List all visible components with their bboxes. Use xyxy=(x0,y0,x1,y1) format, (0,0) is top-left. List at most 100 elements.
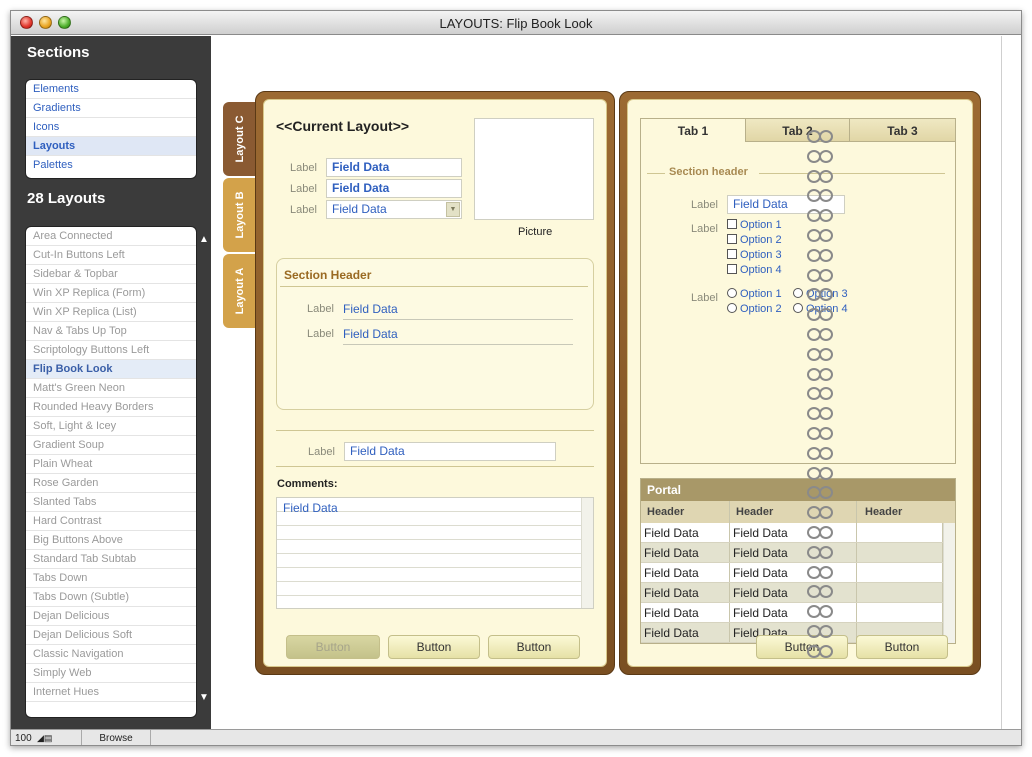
section-item-icons[interactable]: Icons xyxy=(26,118,196,137)
portal-row[interactable]: Field Data Field Data xyxy=(641,563,955,583)
checkbox-icon xyxy=(727,264,737,274)
layout-list-item[interactable]: Tabs Down xyxy=(26,569,196,588)
scroll-up-arrow-icon[interactable]: ▲ xyxy=(199,234,209,245)
portal-header[interactable]: Header xyxy=(730,501,857,523)
spiral-ring-icon xyxy=(807,169,833,183)
field-data-2[interactable]: Field Data xyxy=(326,179,462,198)
disabled-button[interactable]: Button xyxy=(286,635,380,659)
portal-cell[interactable] xyxy=(857,543,943,562)
tab-layout-c[interactable]: Layout C xyxy=(223,102,257,176)
spiral-ring-icon xyxy=(807,584,833,599)
portal-cell[interactable]: Field Data xyxy=(641,523,730,542)
layout-list-item[interactable]: Flip Book Look xyxy=(26,360,196,379)
spiral-ring-icon xyxy=(807,426,833,440)
layout-list-item[interactable]: Slanted Tabs xyxy=(26,493,196,512)
picture-frame[interactable] xyxy=(474,118,594,220)
tab-layout-b[interactable]: Layout B xyxy=(223,178,257,252)
right-button-1[interactable]: Button xyxy=(756,635,848,659)
portal-cell[interactable]: Field Data xyxy=(641,563,730,582)
comments-label: Comments: xyxy=(277,478,338,490)
section-item-gradients[interactable]: Gradients xyxy=(26,99,196,118)
layout-list-item[interactable]: Plain Wheat xyxy=(26,455,196,474)
layout-list-item[interactable]: Rounded Heavy Borders xyxy=(26,398,196,417)
layout-list-item[interactable]: Tabs Down (Subtle) xyxy=(26,588,196,607)
zoom-icon[interactable]: ◢▤ xyxy=(37,733,52,744)
field-data-1[interactable]: Field Data xyxy=(326,158,462,177)
portal-cell[interactable] xyxy=(857,523,943,542)
layout-list-item[interactable]: Dejan Delicious xyxy=(26,607,196,626)
section-item-palettes[interactable]: Palettes xyxy=(26,156,196,175)
section-field-2[interactable]: Field Data xyxy=(343,327,573,345)
portal-cell[interactable] xyxy=(857,563,943,582)
layout-list-item[interactable]: Standard Tab Subtab xyxy=(26,550,196,569)
section-item-elements[interactable]: Elements xyxy=(26,80,196,99)
field-label: Label xyxy=(290,162,317,174)
spiral-ring-icon xyxy=(807,327,833,341)
portal-cell[interactable]: Field Data xyxy=(641,543,730,562)
button-2[interactable]: Button xyxy=(388,635,480,659)
zoom-level[interactable]: 100 xyxy=(15,733,32,744)
layout-list-item[interactable]: Scriptology Buttons Left xyxy=(26,341,196,360)
mode-indicator[interactable]: Browse xyxy=(81,730,151,745)
portal-cell[interactable]: Field Data xyxy=(641,623,730,642)
layout-list-item[interactable]: Sidebar & Topbar xyxy=(26,265,196,284)
bottom-field[interactable]: Field Data xyxy=(344,442,556,461)
portal-cell[interactable]: Field Data xyxy=(730,583,857,602)
checkbox-option-4[interactable]: Option 4 xyxy=(727,264,782,276)
portal-header[interactable]: Header xyxy=(857,501,956,523)
layout-list-item[interactable]: Internet Hues xyxy=(26,683,196,702)
portal-title: Portal xyxy=(641,479,955,501)
radio-option-1[interactable]: Option 1 xyxy=(727,288,782,300)
portal-header[interactable]: Header xyxy=(641,501,730,523)
section-field-1[interactable]: Field Data xyxy=(343,302,573,320)
chevron-down-icon[interactable]: ▼ xyxy=(446,202,460,217)
radio-option-2[interactable]: Option 2 xyxy=(727,303,782,315)
scroll-down-arrow-icon[interactable]: ▼ xyxy=(199,692,209,703)
portal-cell[interactable]: Field Data xyxy=(641,583,730,602)
section-item-layouts[interactable]: Layouts xyxy=(26,137,196,156)
layout-list-item[interactable]: Rose Garden xyxy=(26,474,196,493)
layout-list-item[interactable]: Hard Contrast xyxy=(26,512,196,531)
portal-cell[interactable] xyxy=(857,603,943,622)
layout-list-item[interactable]: Dejan Delicious Soft xyxy=(26,626,196,645)
right-page: Tab 1 Tab 2 Tab 3 Section header Label F… xyxy=(627,99,973,667)
layout-list-item[interactable]: Simply Web xyxy=(26,664,196,683)
layout-list-item[interactable]: Matt's Green Neon xyxy=(26,379,196,398)
field-data-dropdown[interactable]: Field Data ▼ xyxy=(326,200,462,219)
portal-cell[interactable]: Field Data xyxy=(641,603,730,622)
layout-list-item[interactable]: Nav & Tabs Up Top xyxy=(26,322,196,341)
portal-cell[interactable]: Field Data xyxy=(730,603,857,622)
portal-cell[interactable]: Field Data xyxy=(730,543,857,562)
window-scrollbar[interactable] xyxy=(1001,36,1021,729)
tab-3[interactable]: Tab 3 xyxy=(849,118,956,142)
portal-row[interactable]: Field Data Field Data xyxy=(641,583,955,603)
layout-list-item[interactable]: Win XP Replica (List) xyxy=(26,303,196,322)
portal-cell[interactable]: Field Data xyxy=(730,523,857,542)
portal-cell[interactable] xyxy=(857,583,943,602)
checkbox-option-3[interactable]: Option 3 xyxy=(727,249,782,261)
button-3[interactable]: Button xyxy=(488,635,580,659)
layout-list-item[interactable]: Big Buttons Above xyxy=(26,531,196,550)
layout-list-item[interactable]: Soft, Light & Icey xyxy=(26,417,196,436)
portal-cell[interactable]: Field Data xyxy=(730,563,857,582)
portal-row[interactable]: Field Data Field Data xyxy=(641,523,955,543)
portal-row[interactable]: Field Data Field Data xyxy=(641,603,955,623)
layout-list-item[interactable]: Classic Navigation xyxy=(26,645,196,664)
layout-list-item[interactable]: Gradient Soup xyxy=(26,436,196,455)
layout-list-item[interactable]: Cut-In Buttons Left xyxy=(26,246,196,265)
checkbox-option-1[interactable]: Option 1 xyxy=(727,219,782,231)
layout-list-item[interactable]: Win XP Replica (Form) xyxy=(26,284,196,303)
layouts-list: Area Connected Cut-In Buttons Left Sidebar… xyxy=(25,226,197,718)
tab-1[interactable]: Tab 1 xyxy=(640,118,746,142)
spiral-ring-icon xyxy=(807,129,833,143)
portal-row[interactable]: Field Data Field Data xyxy=(641,543,955,563)
comments-textarea[interactable]: Field Data xyxy=(276,497,594,609)
comments-scrollbar[interactable] xyxy=(581,498,593,608)
right-button-2[interactable]: Button xyxy=(856,635,948,659)
layout-list-item[interactable]: Area Connected xyxy=(26,227,196,246)
checkbox-option-2[interactable]: Option 2 xyxy=(727,234,782,246)
portal-scrollbar[interactable] xyxy=(943,523,955,643)
spiral-ring-icon xyxy=(807,307,833,322)
tab-2[interactable]: Tab 2 xyxy=(745,118,850,142)
tab-layout-a[interactable]: Layout A xyxy=(223,254,257,328)
